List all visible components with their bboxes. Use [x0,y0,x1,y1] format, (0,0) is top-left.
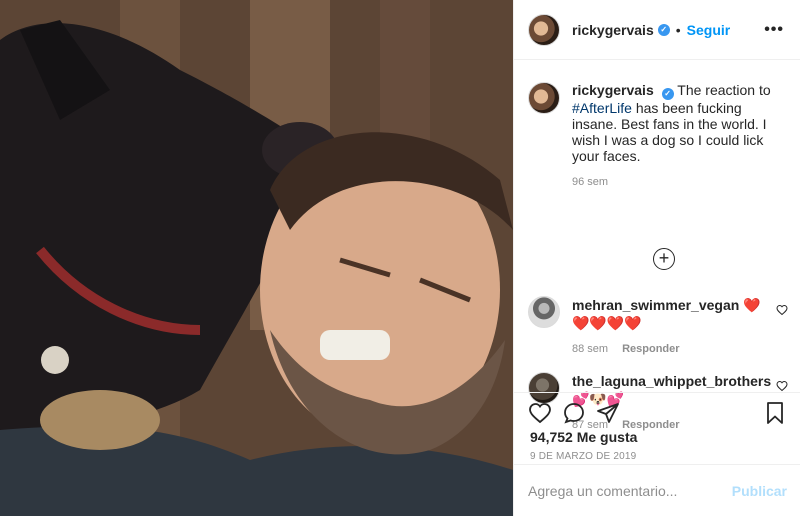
post-date[interactable]: 9 DE MARZO DE 2019 [514,451,800,462]
post-header: rickygervais ✓ • Seguir ••• [514,0,800,60]
more-options-icon[interactable]: ••• [764,21,784,39]
comment-text: mehran_swimmer_vegan ❤️❤️❤️❤️❤️ 88 sem Re… [572,296,766,358]
comment-avatar[interactable] [528,296,560,328]
comment-item: mehran_swimmer_vegan ❤️❤️❤️❤️❤️ 88 sem Re… [528,296,788,358]
caption-avatar[interactable] [528,82,560,114]
caption-verified-badge-icon: ✓ [661,88,674,100]
comment-input[interactable] [528,482,732,499]
comment-username[interactable]: mehran_swimmer_vegan [572,297,739,313]
publish-button[interactable]: Publicar [732,483,787,499]
verified-badge-icon: ✓ [657,23,670,36]
like-heart-icon[interactable] [528,401,552,425]
share-icon[interactable] [596,401,620,425]
caption-hashtag[interactable]: #AfterLife [572,100,632,116]
reply-button[interactable]: Responder [622,343,679,355]
comment-username[interactable]: the_laguna_whippet_brothers [572,373,771,389]
author-username[interactable]: rickygervais [572,22,654,38]
load-more-comments-icon[interactable]: + [653,248,675,270]
comment-like-heart-icon[interactable] [776,304,788,319]
photo-illustration [0,0,513,516]
post-sidebar: rickygervais ✓ • Seguir ••• rickygervais… [513,0,800,516]
comment-meta: 88 sem Responder [572,340,766,358]
header-separator: • [675,21,681,38]
comment-time[interactable]: 88 sem [572,343,608,355]
caption-time[interactable]: 96 sem [572,174,782,190]
author-avatar[interactable] [528,13,560,46]
follow-button[interactable]: Seguir [687,22,731,38]
post-caption: rickygervais ✓ The reaction to #AfterLif… [528,82,784,190]
comment-icon[interactable] [562,401,586,425]
caption-text: rickygervais ✓ The reaction to #AfterLif… [572,82,782,190]
caption-username[interactable]: rickygervais [572,82,654,98]
likes-count[interactable]: 94,752 Me gusta [514,427,800,447]
add-comment-bar: Publicar [514,464,800,516]
caption-text-before: The reaction to [673,82,771,98]
post-actions: 94,752 Me gusta 9 DE MARZO DE 2019 Publi… [514,392,800,516]
action-icons [514,393,800,427]
post-photo[interactable] [0,0,513,516]
comments-section: rickygervais ✓ The reaction to #AfterLif… [514,60,800,431]
bookmark-icon[interactable] [763,401,787,425]
